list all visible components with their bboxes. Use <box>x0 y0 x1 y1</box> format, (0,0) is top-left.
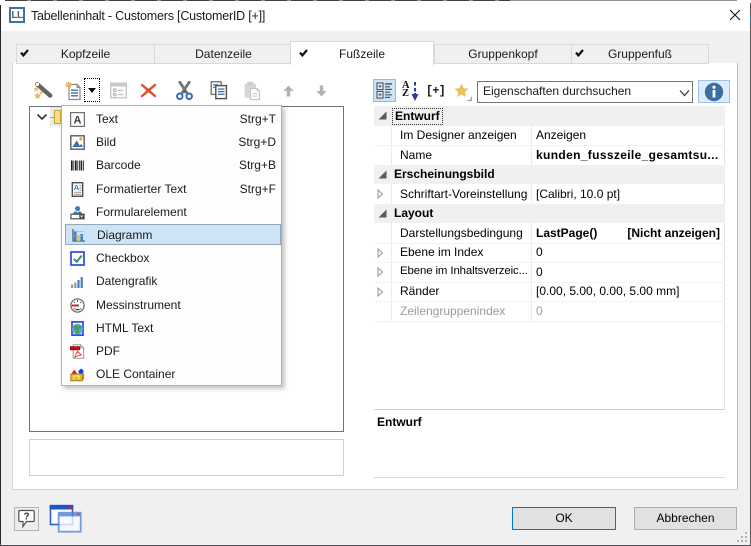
svg-text:A: A <box>74 115 82 127</box>
svg-text:?: ? <box>24 512 30 523</box>
svg-text:A: A <box>74 183 80 192</box>
